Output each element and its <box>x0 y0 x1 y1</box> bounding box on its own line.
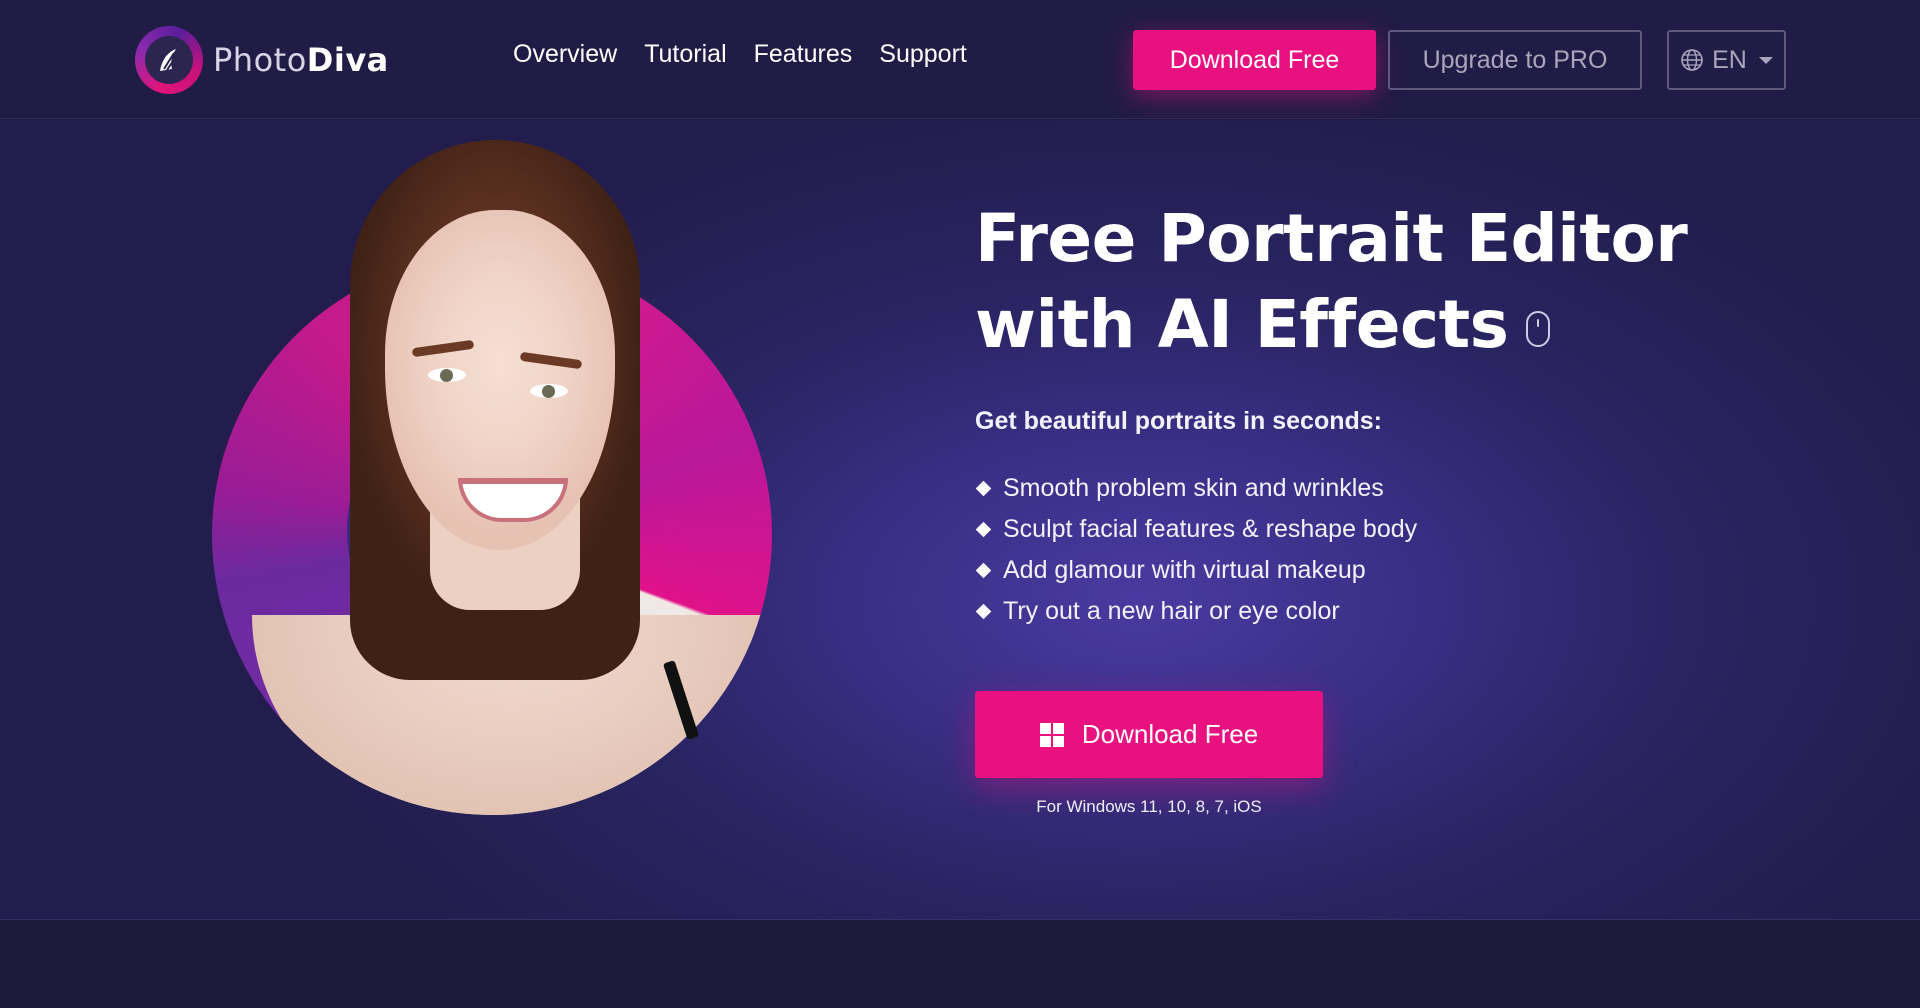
next-section <box>0 920 1920 1008</box>
download-free-button-header[interactable]: Download Free <box>1133 30 1376 90</box>
supported-platforms: For Windows 11, 10, 8, 7, iOS <box>1036 797 1262 816</box>
hero-portrait-image <box>190 140 790 820</box>
main-nav: Overview Tutorial Features Support <box>513 40 994 69</box>
list-item: Sculpt facial features & reshape body <box>975 509 1417 550</box>
feature-list: Smooth problem skin and wrinkles Sculpt … <box>975 468 1417 632</box>
list-item: Smooth problem skin and wrinkles <box>975 468 1417 509</box>
list-item: Add glamour with virtual makeup <box>975 550 1417 591</box>
language-value: EN <box>1712 45 1747 74</box>
mouse-scroll-icon <box>1526 310 1551 347</box>
hero-title: Free Portrait Editor with AI Effects <box>975 200 1688 363</box>
download-free-label: Download Free <box>1081 719 1259 749</box>
diamond-bullet-icon <box>975 480 992 497</box>
diamond-bullet-icon <box>975 521 992 538</box>
download-free-button-hero[interactable]: Download Free <box>975 691 1323 778</box>
nav-overview[interactable]: Overview <box>513 40 617 69</box>
diamond-bullet-icon <box>975 562 992 579</box>
upgrade-to-pro-button[interactable]: Upgrade to PRO <box>1388 30 1642 90</box>
globe-icon <box>1681 49 1703 71</box>
hero-subtitle: Get beautiful portraits in seconds: <box>975 407 1382 435</box>
windows-icon <box>1039 722 1064 747</box>
site-header: PhotoDiva Overview Tutorial Features Sup… <box>0 0 1920 119</box>
language-selector[interactable]: EN <box>1667 30 1786 90</box>
chevron-down-icon <box>1758 56 1773 64</box>
nav-tutorial[interactable]: Tutorial <box>644 40 726 69</box>
list-item: Try out a new hair or eye color <box>975 591 1417 632</box>
nav-features[interactable]: Features <box>754 40 853 69</box>
diamond-bullet-icon <box>975 603 992 620</box>
logo-text: PhotoDiva <box>213 41 389 79</box>
page: PhotoDiva Overview Tutorial Features Sup… <box>0 0 1920 1008</box>
photodiva-logo[interactable]: PhotoDiva <box>135 25 389 95</box>
logo-icon <box>135 26 203 94</box>
nav-support[interactable]: Support <box>879 40 967 69</box>
